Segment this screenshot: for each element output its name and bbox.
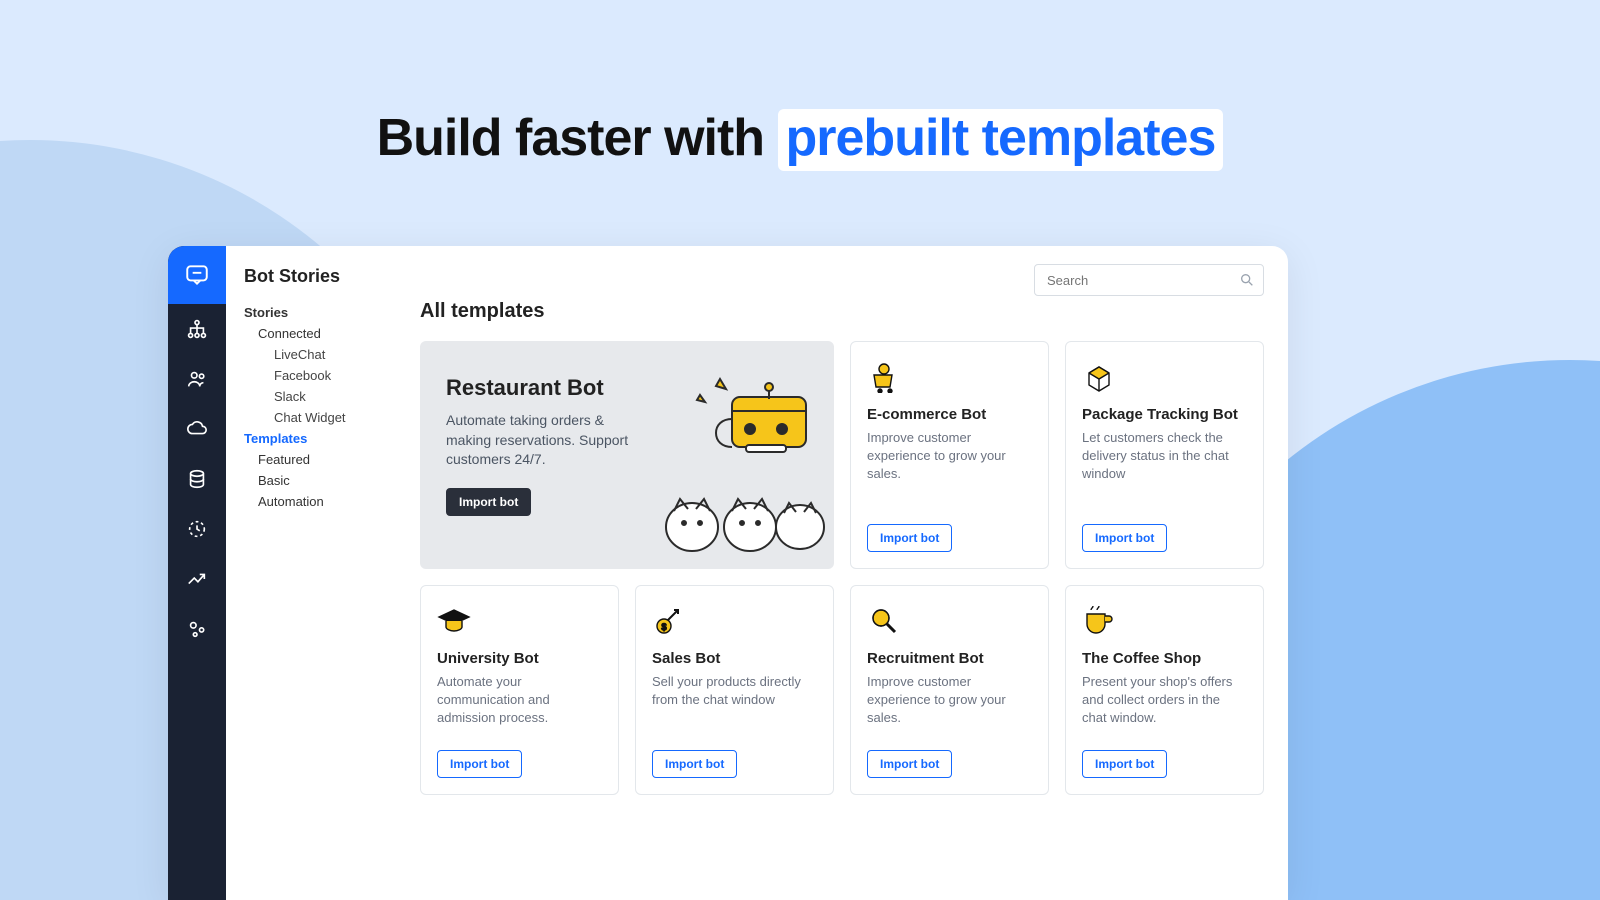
bubbles-icon xyxy=(186,618,208,640)
featured-import-button[interactable]: Import bot xyxy=(446,488,531,516)
rail-item-users[interactable] xyxy=(168,354,226,404)
cloud-icon xyxy=(186,418,208,440)
tree-icon xyxy=(186,318,208,340)
sidebar: Bot Stories Stories Connected LiveChat F… xyxy=(226,246,396,900)
featured-title: Restaurant Bot xyxy=(446,375,634,401)
cart-icon xyxy=(867,360,901,394)
nav-channel-slack[interactable]: Slack xyxy=(274,389,384,404)
graduation-icon xyxy=(437,604,471,638)
card-coffee-shop: The Coffee Shop Present your shop's offe… xyxy=(1065,585,1264,795)
card-title: Package Tracking Bot xyxy=(1082,406,1247,423)
featured-illustration xyxy=(650,349,830,559)
rail-item-flows[interactable] xyxy=(168,304,226,354)
nav-channel-facebook[interactable]: Facebook xyxy=(274,368,384,383)
card-recruitment: Recruitment Bot Improve customer experie… xyxy=(850,585,1049,795)
import-button[interactable]: Import bot xyxy=(867,750,952,778)
search-icon xyxy=(1239,272,1255,288)
featured-desc: Automate taking orders & making reservat… xyxy=(446,411,634,470)
templates-grid: Restaurant Bot Automate taking orders & … xyxy=(420,341,1264,795)
search-box[interactable] xyxy=(1034,264,1264,296)
users-icon xyxy=(186,368,208,390)
sidebar-title: Bot Stories xyxy=(244,266,384,287)
card-sales: $ Sales Bot Sell your products directly … xyxy=(635,585,834,795)
import-button[interactable]: Import bot xyxy=(867,524,952,552)
clock-icon xyxy=(186,518,208,540)
app-logo[interactable] xyxy=(168,246,226,304)
nav-templates-automation[interactable]: Automation xyxy=(258,494,384,509)
card-desc: Sell your products directly from the cha… xyxy=(652,673,817,709)
database-icon xyxy=(186,468,208,490)
nav-rail xyxy=(168,246,226,900)
cup-icon xyxy=(1082,604,1116,638)
sales-icon: $ xyxy=(652,604,686,638)
card-title: Sales Bot xyxy=(652,650,817,667)
section-title: All templates xyxy=(420,300,1264,323)
main-content: All templates Restaurant Bot Automate ta… xyxy=(396,246,1288,900)
app-window: Bot Stories Stories Connected LiveChat F… xyxy=(168,246,1288,900)
import-button[interactable]: Import bot xyxy=(437,750,522,778)
import-button[interactable]: Import bot xyxy=(1082,750,1167,778)
svg-text:$: $ xyxy=(661,622,666,632)
card-package-tracking: Package Tracking Bot Let customers check… xyxy=(1065,341,1264,569)
hero-highlight: prebuilt templates xyxy=(778,109,1224,171)
card-desc: Let customers check the delivery status … xyxy=(1082,429,1247,484)
magnifier-icon xyxy=(867,604,901,638)
nav-stories[interactable]: Stories xyxy=(244,305,384,320)
card-title: E-commerce Bot xyxy=(867,406,1032,423)
box-icon xyxy=(1082,360,1116,394)
rail-item-history[interactable] xyxy=(168,504,226,554)
trend-icon xyxy=(186,568,208,590)
card-featured: Restaurant Bot Automate taking orders & … xyxy=(420,341,834,569)
card-title: Recruitment Bot xyxy=(867,650,1032,667)
search-input[interactable] xyxy=(1047,273,1239,288)
rail-item-integrations[interactable] xyxy=(168,604,226,654)
card-title: University Bot xyxy=(437,650,602,667)
card-ecommerce: E-commerce Bot Improve customer experien… xyxy=(850,341,1049,569)
nav-channel-livechat[interactable]: LiveChat xyxy=(274,347,384,362)
card-desc: Present your shop's offers and collect o… xyxy=(1082,673,1247,728)
rail-item-analytics[interactable] xyxy=(168,554,226,604)
hero-headline: Build faster with prebuilt templates xyxy=(0,108,1600,168)
nav-templates-basic[interactable]: Basic xyxy=(258,473,384,488)
rail-item-ai[interactable] xyxy=(168,404,226,454)
card-title: The Coffee Shop xyxy=(1082,650,1247,667)
hero-prefix: Build faster with xyxy=(377,109,778,167)
nav-channel-chatwidget[interactable]: Chat Widget xyxy=(274,410,384,425)
rail-item-data[interactable] xyxy=(168,454,226,504)
nav-templates[interactable]: Templates xyxy=(244,431,384,446)
chat-icon xyxy=(184,262,210,288)
import-button[interactable]: Import bot xyxy=(652,750,737,778)
nav-templates-featured[interactable]: Featured xyxy=(258,452,384,467)
card-desc: Automate your communication and admissio… xyxy=(437,673,602,728)
import-button[interactable]: Import bot xyxy=(1082,524,1167,552)
card-desc: Improve customer experience to grow your… xyxy=(867,429,1032,484)
card-desc: Improve customer experience to grow your… xyxy=(867,673,1032,728)
card-university: University Bot Automate your communicati… xyxy=(420,585,619,795)
nav-connected[interactable]: Connected xyxy=(258,326,384,341)
